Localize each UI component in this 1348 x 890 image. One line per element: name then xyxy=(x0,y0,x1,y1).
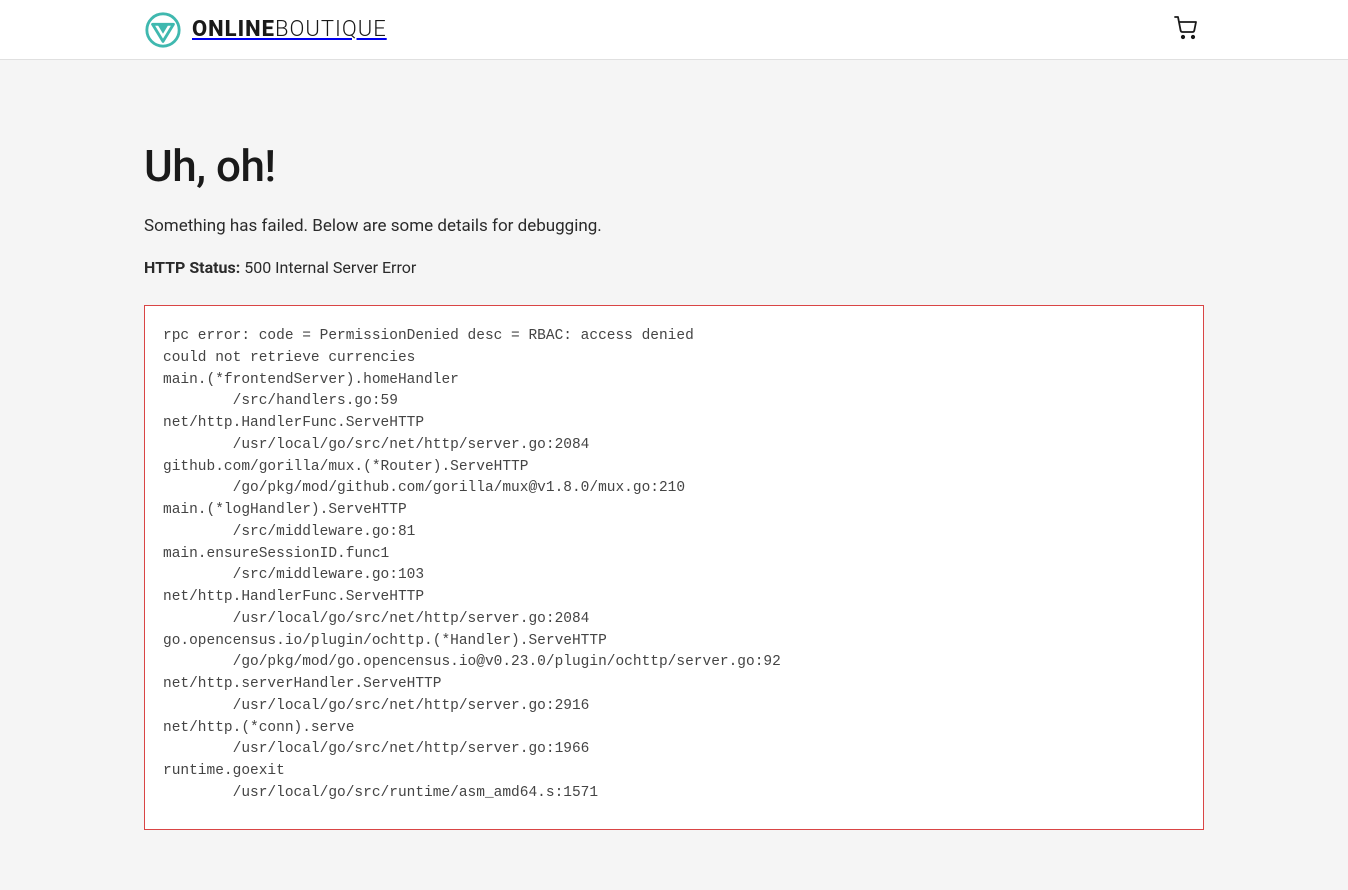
brand-bold: ONLINE xyxy=(192,17,275,42)
brand-text: ONLINEBOUTIQUE xyxy=(192,17,387,42)
header-inner: ONLINEBOUTIQUE xyxy=(124,10,1224,49)
error-container: Uh, oh! Something has failed. Below are … xyxy=(124,140,1224,830)
brand-light: BOUTIQUE xyxy=(275,17,387,42)
http-status-label: HTTP Status: xyxy=(144,258,240,277)
brand-link[interactable]: ONLINEBOUTIQUE xyxy=(144,11,387,49)
main-content: Uh, oh! Something has failed. Below are … xyxy=(0,60,1348,890)
error-title: Uh, oh! xyxy=(144,140,1204,192)
http-status-value: 500 Internal Server Error xyxy=(244,258,416,277)
brand-logo-icon xyxy=(144,11,182,49)
cart-icon xyxy=(1174,16,1198,40)
cart-button[interactable] xyxy=(1168,10,1204,49)
app-header: ONLINEBOUTIQUE xyxy=(0,0,1348,60)
error-subtitle: Something has failed. Below are some det… xyxy=(144,216,1204,236)
error-stack-trace: rpc error: code = PermissionDenied desc … xyxy=(144,305,1204,830)
http-status-line: HTTP Status: 500 Internal Server Error xyxy=(144,258,1204,277)
